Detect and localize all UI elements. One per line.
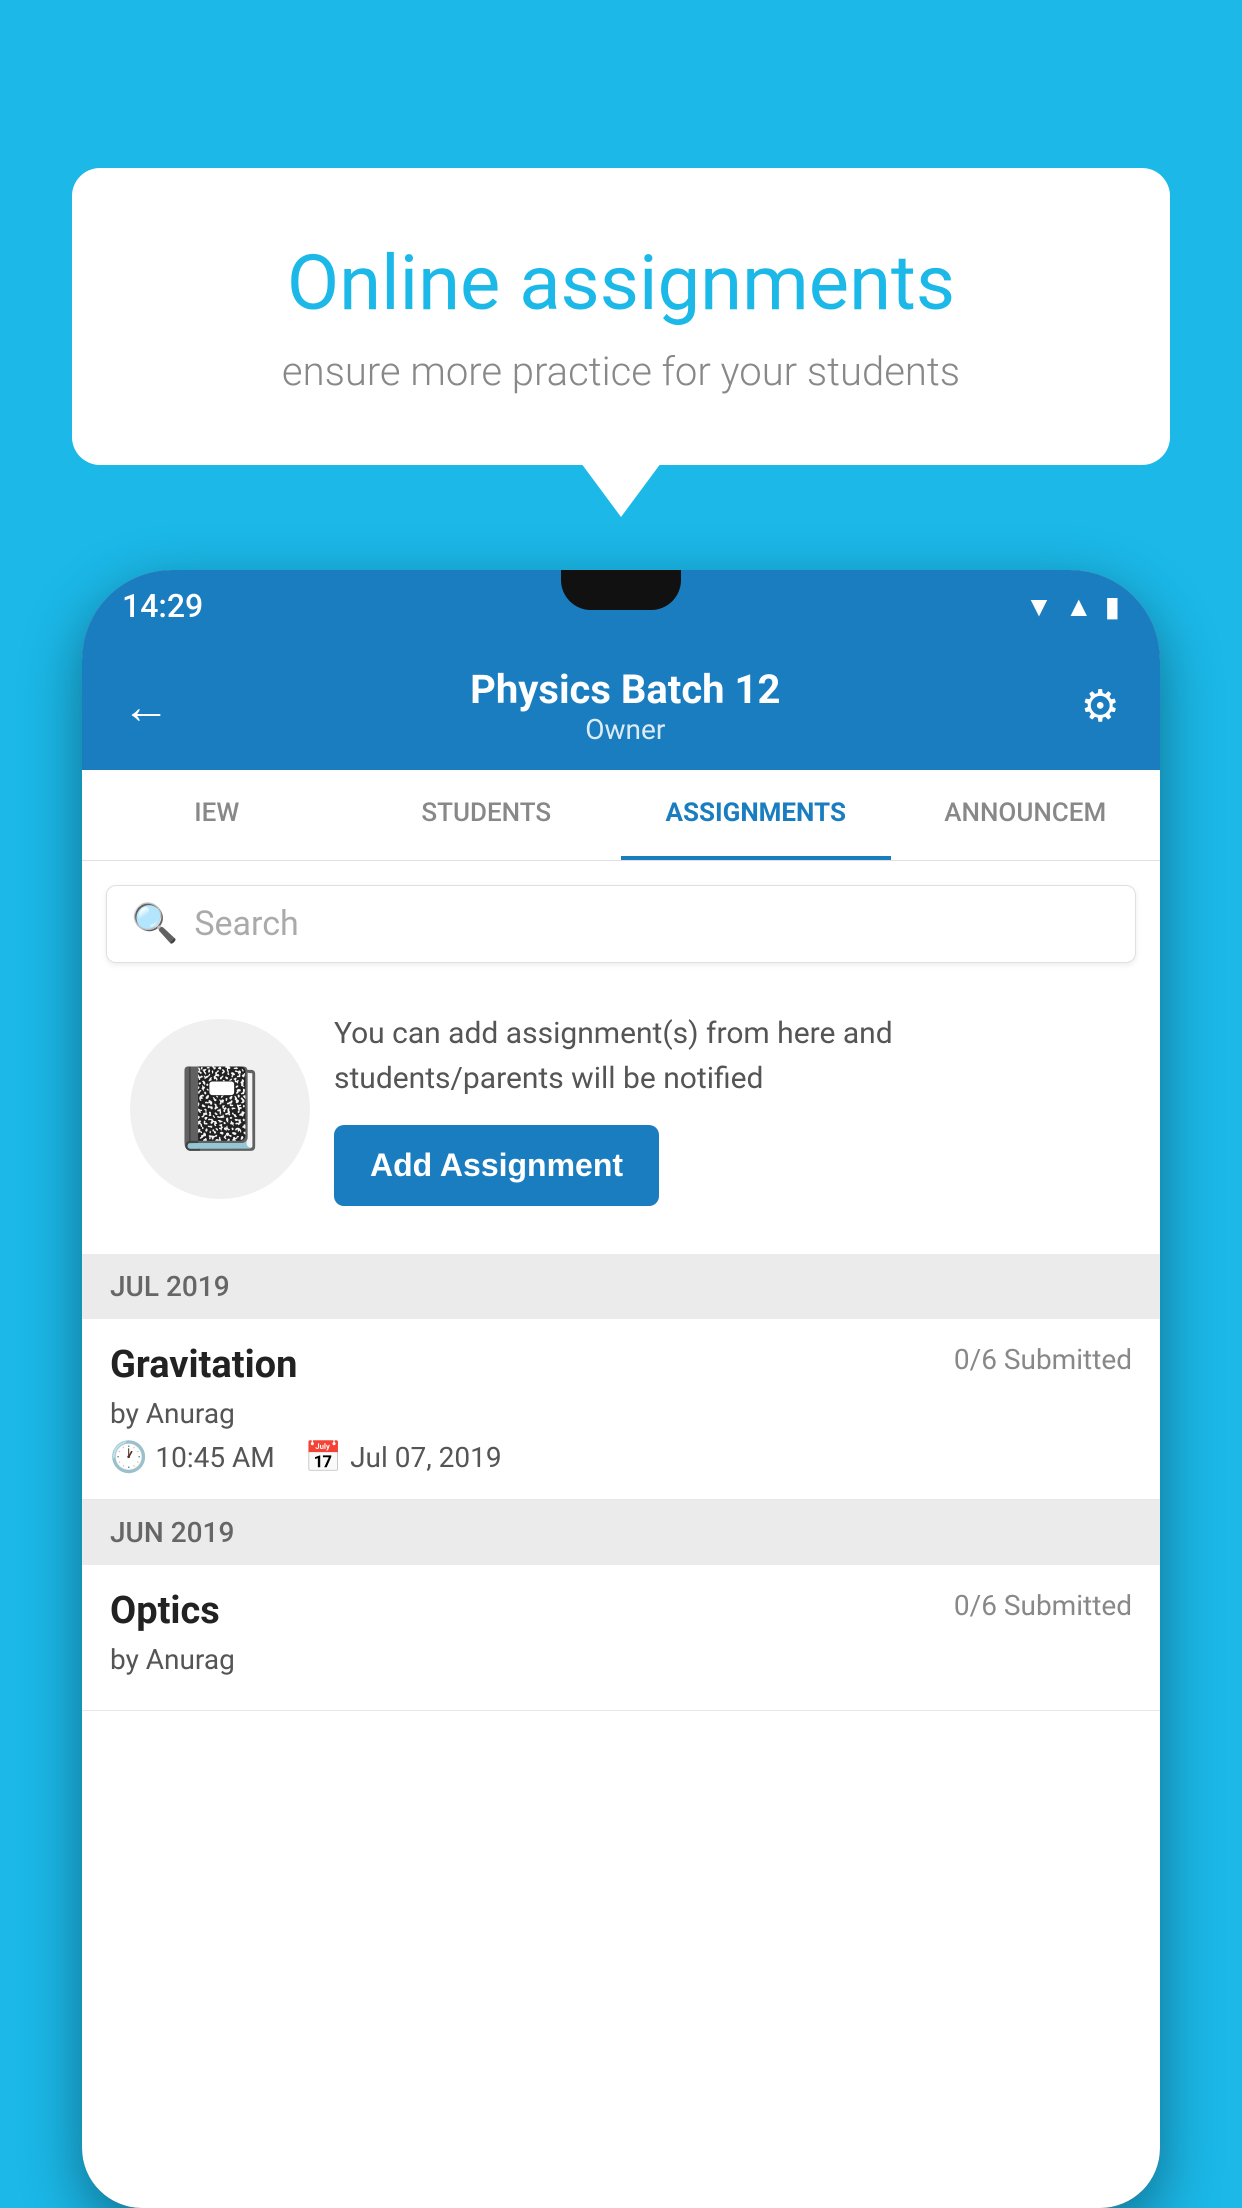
- calendar-icon: 📅: [305, 1440, 342, 1475]
- tab-bar: IEW STUDENTS ASSIGNMENTS ANNOUNCEM: [82, 770, 1160, 861]
- assignment-item-optics[interactable]: Optics 0/6 Submitted by Anurag: [82, 1565, 1160, 1711]
- assignment-submitted-optics: 0/6 Submitted: [954, 1589, 1132, 1622]
- assignment-name-gravitation: Gravitation: [110, 1343, 297, 1387]
- status-icons: ▼ ▲ ▮: [1025, 590, 1120, 623]
- search-bar[interactable]: 🔍 Search: [106, 885, 1136, 963]
- bubble-subtitle: ensure more practice for your students: [152, 348, 1090, 395]
- notebook-icon: 📓: [170, 1062, 270, 1156]
- speech-bubble: Online assignments ensure more practice …: [72, 168, 1170, 465]
- info-text-wrap: You can add assignment(s) from here and …: [334, 1011, 1112, 1206]
- info-text: You can add assignment(s) from here and …: [334, 1011, 1112, 1101]
- bubble-title: Online assignments: [152, 238, 1090, 328]
- assignment-item-gravitation[interactable]: Gravitation 0/6 Submitted by Anurag 🕐 10…: [82, 1319, 1160, 1500]
- tab-announcements[interactable]: ANNOUNCEM: [891, 770, 1161, 860]
- status-time: 14:29: [122, 587, 203, 625]
- search-placeholder: Search: [194, 904, 298, 944]
- assignment-meta-gravitation: 🕐 10:45 AM 📅 Jul 07, 2019: [110, 1440, 1132, 1475]
- phone-frame: 14:29 ▼ ▲ ▮ ← Physics Batch 12 Owner ⚙ I…: [82, 570, 1160, 2208]
- assignment-author-gravitation: by Anurag: [110, 1397, 1132, 1430]
- assignment-author-optics: by Anurag: [110, 1643, 1132, 1676]
- month-divider-jul: JUL 2019: [82, 1254, 1160, 1319]
- assignment-header-row-optics: Optics 0/6 Submitted: [110, 1589, 1132, 1633]
- month-divider-jun: JUN 2019: [82, 1500, 1160, 1565]
- speech-bubble-container: Online assignments ensure more practice …: [72, 168, 1170, 465]
- tab-students[interactable]: STUDENTS: [352, 770, 622, 860]
- signal-icon: ▲: [1065, 590, 1093, 623]
- assignment-header-row: Gravitation 0/6 Submitted: [110, 1343, 1132, 1387]
- tab-assignments[interactable]: ASSIGNMENTS: [621, 770, 891, 860]
- assignment-name-optics: Optics: [110, 1589, 220, 1633]
- header-title-group: Physics Batch 12 Owner: [170, 666, 1081, 746]
- add-assignment-button[interactable]: Add Assignment: [334, 1125, 659, 1206]
- clock-icon: 🕐: [110, 1440, 147, 1475]
- search-icon: 🔍: [131, 902, 178, 946]
- wifi-icon: ▼: [1025, 590, 1053, 623]
- assignment-time-gravitation: 🕐 10:45 AM: [110, 1440, 275, 1475]
- batch-subtitle: Owner: [170, 713, 1081, 746]
- back-button[interactable]: ←: [122, 678, 170, 735]
- settings-button[interactable]: ⚙: [1081, 680, 1120, 732]
- batch-title: Physics Batch 12: [170, 666, 1081, 713]
- notch: [561, 570, 681, 610]
- app-header: ← Physics Batch 12 Owner ⚙: [82, 642, 1160, 770]
- assignment-time-value: 10:45 AM: [155, 1441, 274, 1474]
- info-card: 📓 You can add assignment(s) from here an…: [106, 987, 1136, 1230]
- battery-icon: ▮: [1105, 590, 1120, 623]
- notebook-icon-wrap: 📓: [130, 1019, 310, 1199]
- tab-iew[interactable]: IEW: [82, 770, 352, 860]
- assignment-submitted-gravitation: 0/6 Submitted: [954, 1343, 1132, 1376]
- assignment-date-gravitation: 📅 Jul 07, 2019: [305, 1440, 502, 1475]
- assignment-date-value: Jul 07, 2019: [350, 1441, 502, 1474]
- phone-screen: 14:29 ▼ ▲ ▮ ← Physics Batch 12 Owner ⚙ I…: [82, 570, 1160, 2208]
